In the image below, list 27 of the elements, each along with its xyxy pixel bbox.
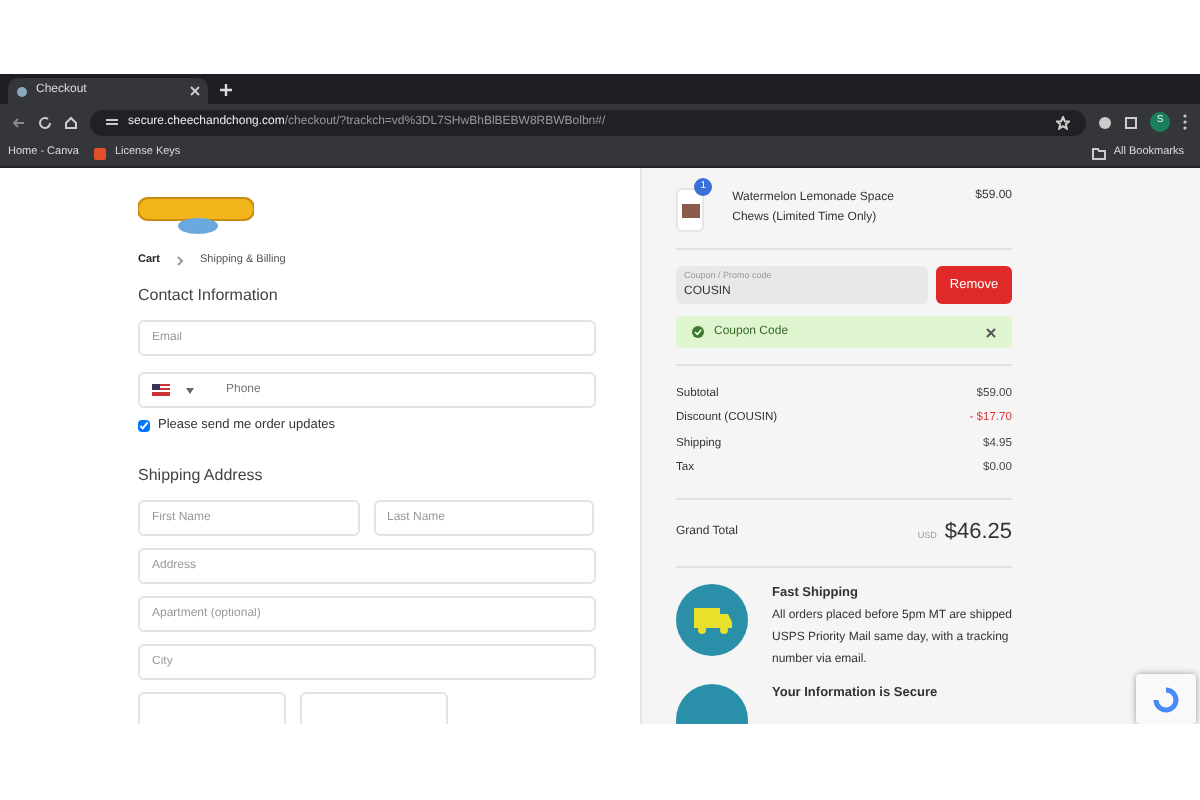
menu-icon[interactable]	[1182, 114, 1188, 130]
extension-icon[interactable]	[1098, 115, 1112, 129]
checkbox[interactable]	[138, 420, 150, 433]
input-field[interactable]	[300, 692, 448, 724]
caret-icon	[186, 387, 194, 394]
home-icon[interactable]	[64, 115, 78, 129]
logo-drawing	[138, 192, 254, 236]
bookmark-icon	[94, 147, 107, 159]
flag-icon	[152, 384, 170, 397]
recaptcha-icon	[1152, 685, 1180, 713]
product-icon	[681, 203, 700, 217]
input-field[interactable]	[138, 692, 286, 724]
new-tab-icon[interactable]	[220, 84, 232, 96]
site-info-icon	[106, 116, 118, 128]
section-heading: Contact Information	[138, 284, 280, 309]
truck-icon	[676, 583, 748, 655]
grand-total-value: $46.25	[944, 518, 1012, 548]
recaptcha-badge[interactable]	[1136, 674, 1196, 724]
close-icon[interactable]	[986, 327, 996, 337]
section-heading: Shipping Address	[138, 464, 265, 488]
reload-icon[interactable]	[38, 115, 52, 129]
folder-icon	[1091, 147, 1106, 159]
star-icon[interactable]	[1056, 115, 1070, 129]
chevron-icon	[176, 255, 185, 266]
globe-icon	[16, 85, 28, 97]
back-icon[interactable]	[12, 115, 26, 129]
check-circle-icon	[692, 326, 704, 338]
